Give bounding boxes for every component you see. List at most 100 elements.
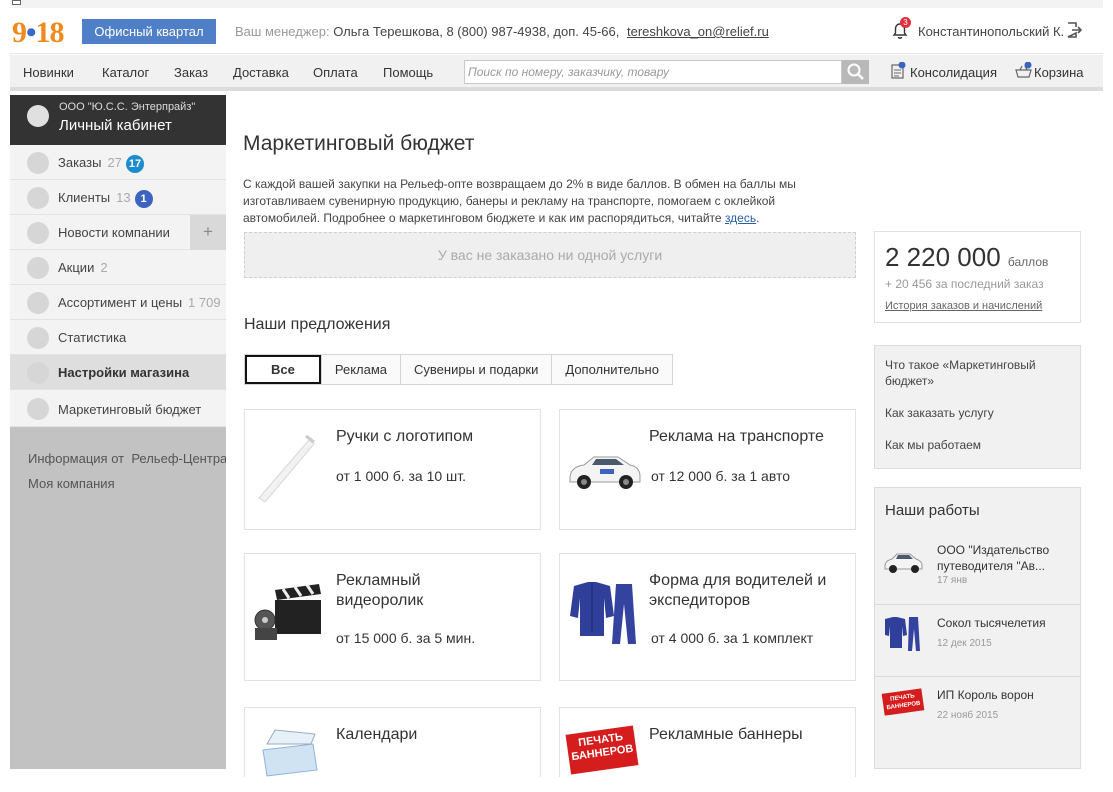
work-item[interactable]: ПЕЧАТЬ БАННЕРОВ ИП Король ворон 22 нояб … [875, 676, 1080, 748]
notification-badge: 3 [900, 17, 911, 28]
nav-item-new[interactable]: Новинки [23, 65, 74, 80]
sidebar-item-promotions[interactable]: Акции 2 [10, 250, 226, 285]
banner-icon: ПЕЧАТЬ БАННЕРОВ [565, 722, 644, 792]
work-title: ООО "Издательство путеводителя "Ав... [937, 543, 1050, 573]
search-button[interactable] [842, 60, 869, 84]
sidebar-item-news[interactable]: Новости компании + [10, 215, 226, 250]
intro-link[interactable]: здесь [725, 211, 756, 225]
nav-item-help[interactable]: Помощь [383, 65, 433, 80]
offer-tabs: Все Реклама Сувениры и подарки Дополните… [244, 354, 673, 385]
sidebar-item-label: Ассортимент и цены [58, 295, 183, 310]
page-title: Маркетинговый бюджет [243, 132, 475, 155]
sidebar-item-count: 13 [116, 190, 131, 205]
work-title: Сокол тысячелетия [937, 616, 1046, 630]
user-name[interactable]: Константинопольский К. [918, 24, 1064, 39]
manager-details: Ольга Терешкова, 8 (800) 987-4938, доп. … [333, 24, 620, 39]
sidebar-account-header[interactable]: ООО "Ю.С.С. Энтерпрайз" Личный кабинет [10, 95, 226, 145]
work-title: ИП Король ворон [937, 688, 1034, 702]
clapperboard-icon [254, 584, 321, 640]
sidebar-item-marketing-budget[interactable]: Маркетинговый бюджет [10, 390, 226, 427]
sidebar-item-count: 2 [100, 260, 108, 275]
logout-icon[interactable] [1066, 21, 1082, 39]
offer-price: от 1 000 б. за 10 шт. [336, 468, 467, 484]
nav-item-delivery[interactable]: Доставка [233, 65, 289, 80]
avatar [27, 105, 49, 127]
sidebar-item-orders[interactable]: Заказы 27 17 [10, 145, 226, 180]
header: 9•18 Офисный квартал Ваш менеджер: Ольга… [10, 8, 1103, 54]
clients-icon [27, 187, 49, 209]
search-input[interactable]: Поиск по номеру, заказчику, товару [464, 60, 842, 84]
sidebar-item-label: Акции [58, 260, 95, 275]
points-unit: баллов [1007, 255, 1049, 269]
tab-souvenirs[interactable]: Сувениры и подарки [400, 355, 552, 384]
office-quarter-button[interactable]: Офисный квартал [82, 19, 216, 44]
offer-card-calendars[interactable]: Календари [244, 707, 541, 777]
organization-name: ООО "Ю.С.С. Энтерпрайз" [59, 101, 196, 113]
promotions-icon [27, 257, 49, 279]
tab-all[interactable]: Все [245, 355, 321, 384]
nav-item-order[interactable]: Заказ [174, 65, 208, 80]
sidebar-item-clients[interactable]: Клиенты 13 1 [10, 180, 226, 215]
offers-heading: Наши предложения [244, 316, 391, 333]
offer-card-transport[interactable]: Реклама на транспорте от 12 000 б. за 1 … [559, 409, 856, 530]
orders-badge: 17 [125, 155, 145, 173]
nav-item-payment[interactable]: Оплата [313, 65, 358, 80]
car-icon [569, 456, 641, 489]
window-top-strip [10, 0, 1103, 8]
logo-left: 9 [12, 16, 27, 49]
tab-additional[interactable]: Дополнительно [551, 355, 672, 384]
car-thumbnail-icon [884, 553, 923, 573]
sidebar-item-label: Маркетинговый бюджет [58, 402, 202, 417]
points-history-link[interactable]: История заказов и начислений [885, 300, 1042, 312]
offer-card-video[interactable]: Рекламный видеоролик от 15 000 б. за 5 м… [244, 553, 541, 681]
work-item[interactable]: ООО "Издательство путеводителя "Ав... 17… [875, 532, 1080, 604]
clients-badge: 1 [134, 190, 153, 208]
pen-icon [258, 434, 315, 502]
intro-body: С каждой вашей закупки на Рельеф-опте во… [243, 177, 796, 225]
offer-title: Реклама на транспорте [649, 428, 824, 445]
cabinet-title: Личный кабинет [59, 117, 172, 134]
points-balance: 2 220 000 баллов [885, 242, 1048, 273]
offer-title: Рекламные баннеры [649, 726, 803, 743]
sidebar-item-store-settings[interactable]: Настройки магазина [10, 355, 226, 390]
faq-panel: Что такое «Маркетинговый бюджет» Как зак… [874, 345, 1081, 469]
offer-title: Форма для водителей и экспедиторов [649, 572, 827, 609]
sidebar: ООО "Ю.С.С. Энтерпрайз" Личный кабинет З… [10, 95, 227, 769]
manager-label: Ваш менеджер: [235, 24, 330, 39]
sidebar-item-assortment[interactable]: Ассортимент и цены 1 709 [10, 285, 226, 320]
add-news-button[interactable]: + [190, 215, 226, 250]
sidebar-item-label: Настройки магазина [58, 365, 190, 380]
my-company-link[interactable]: Моя компания [28, 476, 115, 491]
banner-thumbnail-icon: ПЕЧАТЬ БАННЕРОВ [881, 688, 925, 731]
logo[interactable]: 9•18 [12, 16, 65, 50]
offer-card-pens[interactable]: Ручки с логотипом от 1 000 б. за 10 шт. [244, 409, 541, 530]
tab-advertising[interactable]: Реклама [320, 355, 401, 384]
faq-link-how-to-order[interactable]: Как заказать услугу [885, 405, 994, 421]
offer-card-uniform[interactable]: Форма для водителей и экспедиторов от 4 … [559, 553, 856, 681]
work-item[interactable]: Сокол тысячелетия 12 дек 2015 [875, 604, 1080, 676]
offer-price: от 4 000 б. за 1 комплект [651, 630, 814, 646]
faq-link-how-we-work[interactable]: Как мы работаем [885, 437, 981, 453]
points-added: + 20 456 за последний заказ [885, 277, 1044, 291]
faq-link-what-is[interactable]: Что такое «Маркетинговый бюджет» [885, 357, 1070, 389]
news-icon [27, 222, 49, 244]
empty-services-placeholder: У вас не заказано ни одной услуги [244, 232, 856, 278]
orders-icon [27, 152, 49, 174]
sidebar-item-count: 1 709 [188, 295, 221, 310]
sidebar-item-label: Статистика [58, 330, 127, 345]
cart-link[interactable]: Корзина [1015, 62, 1084, 80]
basket-icon [1015, 62, 1032, 78]
info-from-center-link[interactable]: Информация от Рельеф-Центра [28, 451, 227, 466]
logo-right: 18 [35, 16, 65, 49]
work-date: 22 нояб 2015 [937, 710, 999, 721]
offer-title: Рекламный видеоролик [336, 572, 424, 609]
nav-item-catalog[interactable]: Каталог [102, 65, 149, 80]
manager-email-link[interactable]: tereshkova_on@relief.ru [627, 24, 769, 39]
work-date: 17 янв [937, 575, 968, 586]
consolidation-link[interactable]: Консолидация [891, 62, 997, 80]
offer-card-banners[interactable]: ПЕЧАТЬ БАННЕРОВ Рекламные баннеры [559, 707, 856, 777]
intro-text: С каждой вашей закупки на Рельеф-опте во… [243, 176, 843, 227]
sidebar-item-statistics[interactable]: Статистика [10, 320, 226, 355]
offer-title: Календари [336, 726, 418, 743]
settings-icon [27, 362, 49, 384]
